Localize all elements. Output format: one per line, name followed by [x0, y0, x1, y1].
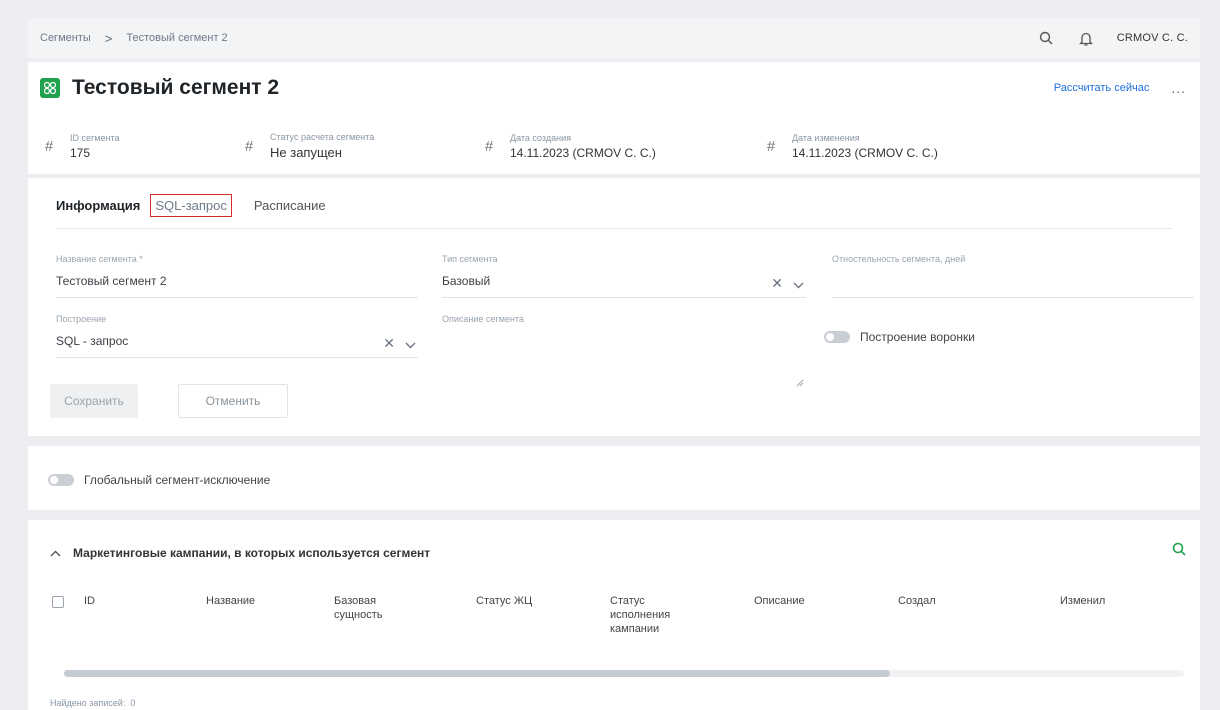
toggle-switch[interactable]	[824, 331, 850, 343]
field-value[interactable]: Тестовый сегмент 2	[56, 274, 418, 288]
column-header-name[interactable]: Название	[206, 594, 255, 608]
user-name[interactable]: CRMOV C. C.	[1117, 32, 1188, 44]
field-value[interactable]: Базовый	[442, 274, 806, 288]
hash-icon: #	[244, 137, 254, 155]
meta-modified: # Дата изменения 14.11.2023 (CRMOV C. C.…	[764, 132, 1024, 160]
save-button[interactable]: Сохранить	[50, 384, 138, 418]
segment-header: Тестовый сегмент 2 Рассчитать сейчас ...…	[28, 62, 1200, 174]
segment-description-textarea[interactable]: Описание сегмента	[442, 314, 806, 394]
hash-icon: #	[44, 137, 54, 155]
segment-type-select[interactable]: Тип сегмента Базовый ✕	[442, 254, 806, 298]
funnel-toggle[interactable]: Построение воронки	[824, 330, 975, 344]
clear-icon[interactable]: ✕	[383, 335, 395, 352]
horizontal-scrollbar[interactable]	[64, 670, 1184, 677]
calculate-now-button[interactable]: Рассчитать сейчас	[1054, 82, 1150, 94]
tab-sql-query[interactable]: SQL-запрос	[150, 194, 232, 217]
meta-label: Статус расчета сегмента	[270, 132, 375, 142]
field-label: Описание сегмента	[442, 314, 524, 324]
tab-bar: Информация SQL-запрос Расписание	[56, 194, 326, 217]
global-exclusion-label: Глобальный сегмент-исключение	[84, 473, 271, 487]
campaigns-section: Маркетинговые кампании, в которых исполь…	[28, 520, 1200, 710]
scrollbar-thumb[interactable]	[64, 670, 890, 677]
column-header-base-entity[interactable]: Базовая сущность	[334, 594, 383, 622]
chevron-down-icon[interactable]	[405, 336, 416, 352]
column-header-lifecycle-status[interactable]: Статус ЖЦ	[476, 594, 532, 608]
records-found-count: 0	[130, 698, 136, 708]
field-underline	[56, 357, 418, 358]
field-value[interactable]: SQL - запрос	[56, 334, 418, 348]
meta-label: Дата изменения	[792, 132, 860, 143]
meta-label: Дата создания	[510, 132, 571, 143]
segment-icon	[40, 78, 60, 98]
global-exclusion-toggle[interactable]: Глобальный сегмент-исключение	[48, 473, 270, 487]
tab-information[interactable]: Информация	[56, 194, 140, 217]
breadcrumb-item-segments[interactable]: Сегменты	[40, 32, 91, 44]
chevron-up-icon[interactable]	[50, 546, 61, 560]
column-header-execution-status[interactable]: Статус исполнения кампании	[610, 594, 670, 636]
tab-schedule[interactable]: Расписание	[254, 194, 326, 217]
column-header-id[interactable]: ID	[84, 594, 95, 608]
field-underline	[832, 297, 1194, 298]
field-label: Отностельность сегмента, дней	[832, 254, 966, 264]
records-found: Найдено записей: 0	[50, 698, 136, 708]
field-underline	[442, 297, 806, 298]
resize-handle-icon[interactable]	[796, 375, 804, 390]
hash-icon: #	[484, 137, 494, 155]
table-header: ID Название Базовая сущность Статус ЖЦ С…	[52, 594, 1182, 658]
meta-status: # Статус расчета сегмента Не запущен	[242, 132, 482, 160]
breadcrumb: Сегменты > Тестовый сегмент 2	[40, 31, 228, 46]
toggle-switch[interactable]	[48, 474, 74, 486]
column-header-modified-by[interactable]: Изменил	[1060, 594, 1105, 608]
meta-label: ID сегмента	[70, 132, 120, 143]
funnel-toggle-label: Построение воронки	[860, 330, 975, 344]
column-header-created-by[interactable]: Создал	[898, 594, 936, 608]
breadcrumb-item-current: Тестовый сегмент 2	[126, 32, 228, 44]
field-underline	[56, 297, 418, 298]
field-label: Построение	[56, 314, 107, 324]
segment-name-field[interactable]: Название сегмента * Тестовый сегмент 2	[56, 254, 418, 298]
relevance-days-field[interactable]: Отностельность сегмента, дней	[832, 254, 1194, 298]
campaigns-header[interactable]: Маркетинговые кампании, в которых исполь…	[50, 546, 430, 560]
chevron-down-icon[interactable]	[793, 276, 804, 292]
hash-icon: #	[766, 137, 776, 155]
search-icon[interactable]	[1172, 542, 1186, 559]
breadcrumb-separator: >	[104, 30, 113, 46]
select-all-checkbox[interactable]	[52, 596, 64, 608]
page-title: Тестовый сегмент 2	[72, 76, 280, 99]
meta-value: 175	[70, 145, 91, 160]
meta-segment-id: # ID сегмента 175	[42, 132, 242, 160]
meta-value: Не запущен	[270, 145, 342, 160]
meta-value: 14.11.2023 (CRMOV C. C.)	[510, 145, 656, 160]
segment-info-card: Информация SQL-запрос Расписание Названи…	[28, 178, 1200, 436]
tabs-divider	[56, 228, 1172, 229]
more-options-icon[interactable]: ...	[1171, 80, 1186, 96]
campaigns-title: Маркетинговые кампании, в которых исполь…	[73, 546, 431, 560]
column-header-description[interactable]: Описание	[754, 594, 805, 608]
cancel-button[interactable]: Отменить	[178, 384, 288, 418]
bell-icon[interactable]	[1077, 29, 1095, 47]
global-exclusion-card: Глобальный сегмент-исключение	[28, 446, 1200, 510]
meta-created: # Дата создания 14.11.2023 (CRMOV C. C.)	[482, 132, 764, 160]
search-icon[interactable]	[1037, 29, 1055, 47]
field-label: Тип сегмента	[442, 254, 498, 264]
top-bar: Сегменты > Тестовый сегмент 2 CRMOV C. C…	[28, 18, 1200, 58]
meta-value: 14.11.2023 (CRMOV C. C.)	[792, 145, 938, 160]
clear-icon[interactable]: ✕	[771, 275, 783, 292]
field-label: Название сегмента *	[56, 254, 143, 264]
build-method-select[interactable]: Построение SQL - запрос ✕	[56, 314, 418, 358]
